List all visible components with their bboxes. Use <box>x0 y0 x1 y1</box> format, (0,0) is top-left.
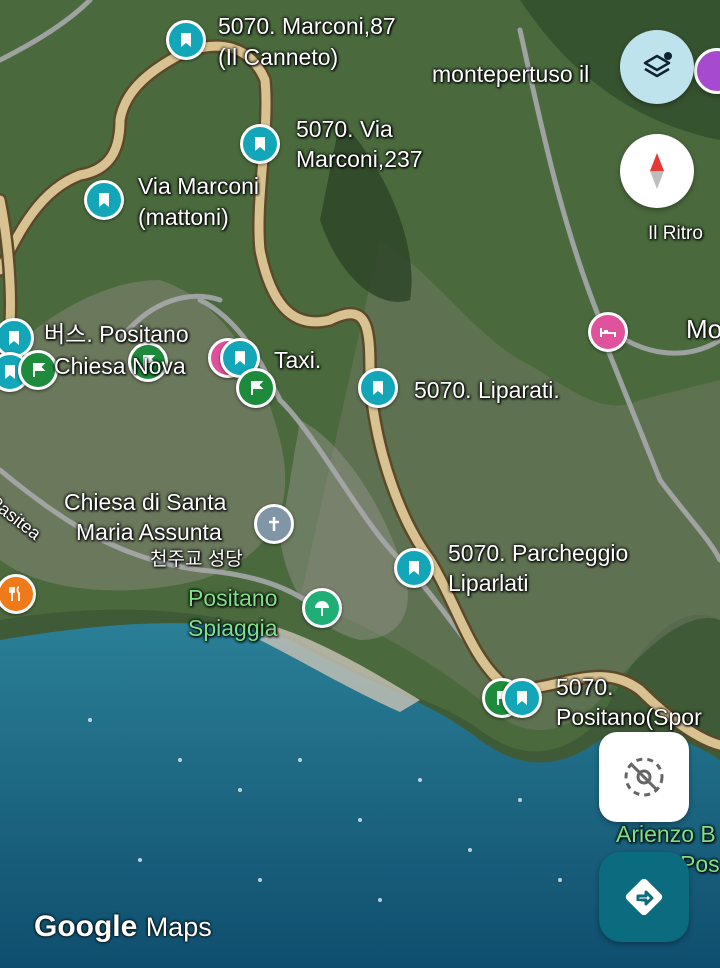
location-off-icon <box>624 757 664 797</box>
bus-stop-pin-via-marconi-mattoni[interactable] <box>84 180 124 220</box>
directions-button[interactable] <box>599 852 689 942</box>
map-label-marconi87-sub[interactable]: (Il Canneto) <box>218 43 338 72</box>
map-label-chiesa-korean[interactable]: 천주교 성당 <box>150 548 243 571</box>
map-label-mo[interactable]: Mo <box>686 315 720 344</box>
map-label-marconi87[interactable]: 5070. Marconi,87 <box>218 12 396 41</box>
hotel-pin[interactable] <box>588 312 628 352</box>
map-label-liparati[interactable]: 5070. Liparati. <box>414 376 560 405</box>
layers-button[interactable] <box>620 30 694 104</box>
compass-button[interactable] <box>620 134 694 208</box>
map-label-positano-spiaggia-sub[interactable]: Spiaggia <box>188 614 278 643</box>
map-label-via-marconi237[interactable]: 5070. Via <box>296 115 393 144</box>
map-label-positano-sport[interactable]: 5070. <box>556 673 614 702</box>
map-label-il-ritro[interactable]: Il Ritro <box>648 222 703 245</box>
map-label-taxi[interactable]: Taxi. <box>274 346 321 375</box>
map-label-parcheggio[interactable]: 5070. Parcheggio <box>448 539 628 568</box>
map-label-via-marconi-mattoni[interactable]: Via Marconi <box>138 172 259 201</box>
church-pin[interactable] <box>254 504 294 544</box>
bus-stop-pin-positano-sport[interactable] <box>502 678 542 718</box>
bus-stop-pin-liparati[interactable] <box>358 368 398 408</box>
bus-stop-pin-marconi87[interactable] <box>166 20 206 60</box>
google-maps-logo: Google Maps <box>34 910 212 943</box>
map-label-montepertuso[interactable]: montepertuso il <box>432 60 589 89</box>
map-label-via-marconi237-sub[interactable]: Marconi,237 <box>296 145 423 174</box>
layers-icon <box>643 52 672 78</box>
directions-icon <box>625 878 663 916</box>
map-label-arienzo[interactable]: Arienzo B <box>616 820 716 849</box>
flag-pin-taxi[interactable] <box>236 368 276 408</box>
map-label-parcheggio-sub[interactable]: Liparlati <box>448 569 529 598</box>
map-label-positano-spiaggia[interactable]: Positano <box>188 584 278 613</box>
recenter-location-button[interactable] <box>599 732 689 822</box>
map-label-chiesa-santa-sub[interactable]: Maria Assunta <box>76 518 222 547</box>
bus-stop-pin-parcheggio[interactable] <box>394 548 434 588</box>
map-label-positano-sport-sub[interactable]: Positano(Spor <box>556 703 702 732</box>
map-label-chiesa-santa[interactable]: Chiesa di Santa <box>64 488 226 517</box>
compass-icon <box>650 153 664 189</box>
beach-pin[interactable] <box>302 588 342 628</box>
map-label-bus-positano[interactable]: 버스. Positano <box>44 320 189 349</box>
bus-stop-pin-via-marconi237[interactable] <box>240 124 280 164</box>
flag-pin-chiesa-a[interactable] <box>18 350 58 390</box>
map-label-chiesa-nova[interactable]: Chiesa Nova <box>54 352 186 381</box>
map-label-via-marconi-mattoni-sub[interactable]: (mattoni) <box>138 203 229 232</box>
